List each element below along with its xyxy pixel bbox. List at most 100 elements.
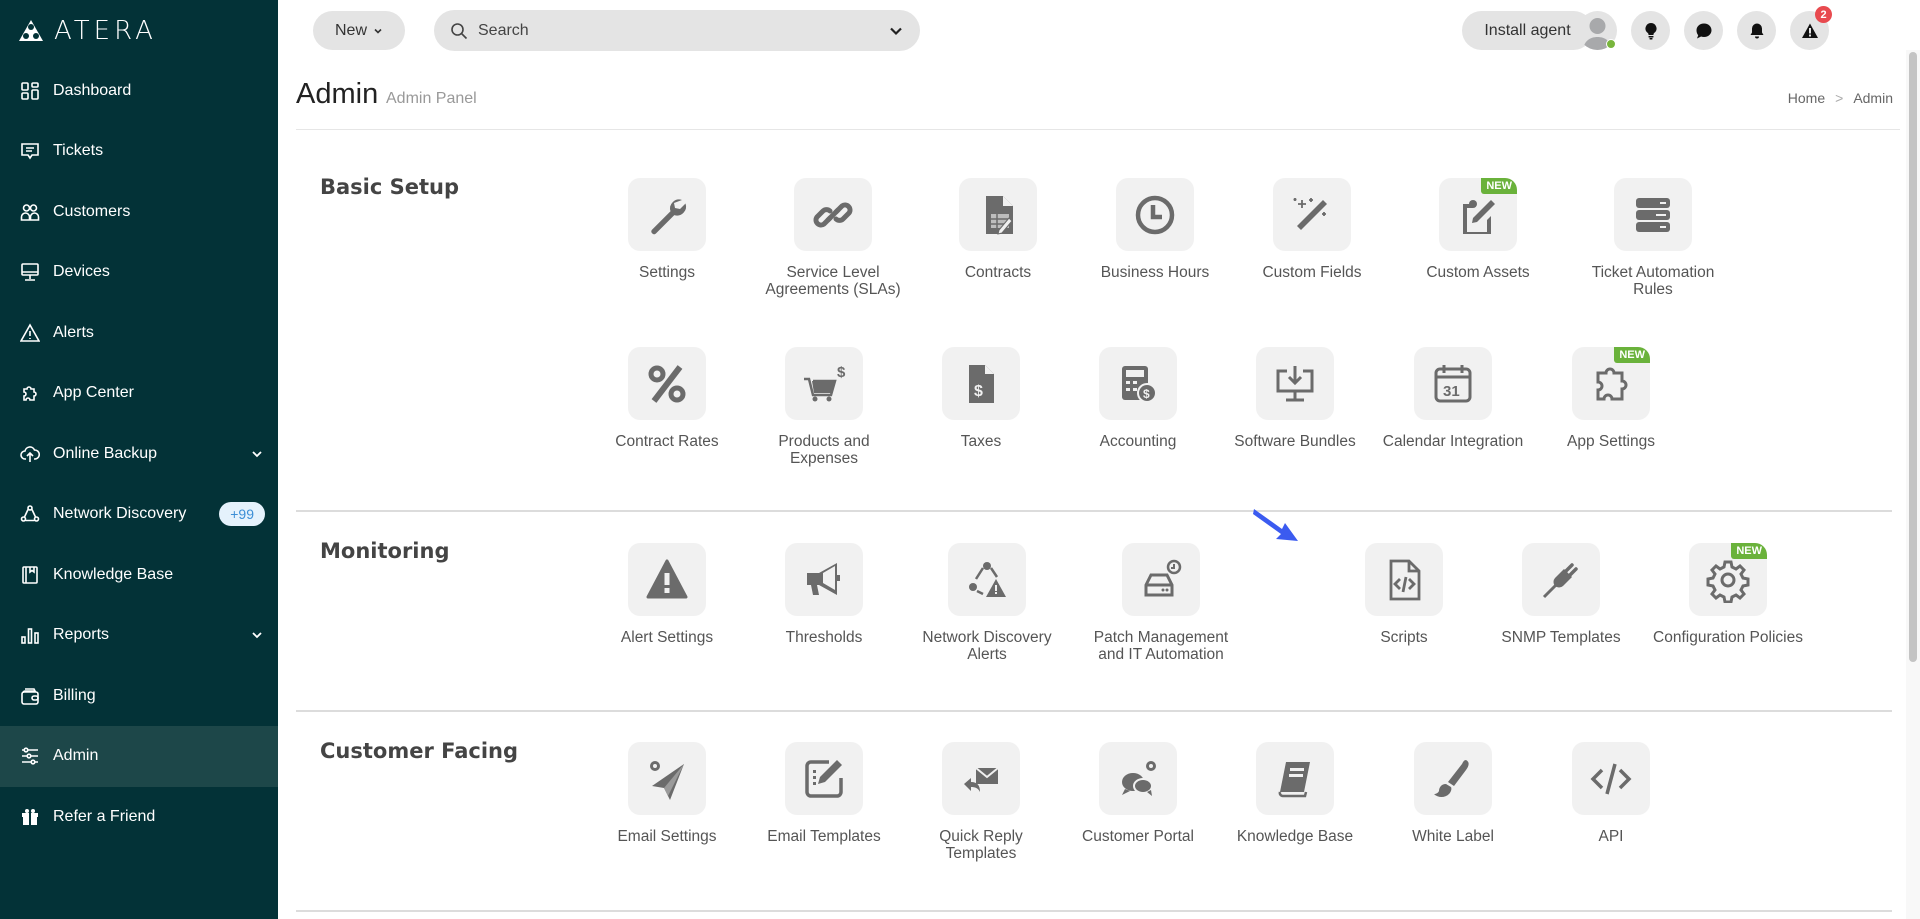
customers-icon (20, 202, 40, 222)
sidebar-item-online-backup[interactable]: Online Backup (0, 424, 278, 485)
sidebar-item-refer-a-friend[interactable]: Refer a Friend (0, 787, 278, 848)
tile-label: Custom Assets (1426, 264, 1530, 281)
tile-alert-settings[interactable]: Alert Settings (592, 543, 742, 646)
chevron-down-icon[interactable] (250, 447, 264, 461)
notifications-button[interactable] (1737, 11, 1776, 50)
tile-settings[interactable]: Settings (592, 178, 742, 281)
tile-label: Ticket Automation Rules (1591, 264, 1715, 298)
tile-patch-management[interactable]: Patch Management and IT Automation (1086, 543, 1236, 663)
sidebar-item-admin[interactable]: Admin (0, 726, 278, 787)
tile-custom-fields[interactable]: Custom Fields (1237, 178, 1387, 281)
tile-label: Email Templates (767, 828, 881, 845)
alerts-icon (20, 323, 40, 343)
tile-business-hours[interactable]: Business Hours (1080, 178, 1230, 281)
tile-label: Accounting (1099, 433, 1177, 450)
calendar-day: 31 (1443, 383, 1460, 400)
sidebar-nav: Dashboard Tickets Customers Devices Aler… (0, 61, 278, 848)
puzzle-icon (20, 383, 40, 403)
warning-icon (1801, 23, 1818, 38)
chat-icon (1696, 23, 1711, 38)
search-dropdown-chevron-icon[interactable] (888, 23, 904, 39)
tile-quick-reply-templates[interactable]: Quick Reply Templates (906, 742, 1056, 862)
sidebar-item-tickets[interactable]: Tickets (0, 121, 278, 182)
sidebar-item-app-center[interactable]: App Center (0, 363, 278, 424)
tile-knowledge-base[interactable]: Knowledge Base (1220, 742, 1370, 845)
tile-label: API (1598, 828, 1624, 845)
install-agent-button[interactable]: Install agent (1462, 11, 1593, 50)
file-dollar-icon: $ (969, 364, 994, 403)
tile-snmp-templates[interactable]: SNMP Templates (1486, 543, 1636, 646)
search-bar[interactable] (434, 10, 920, 51)
tile-products-and-expenses[interactable]: $ Products and Expenses (749, 347, 899, 467)
tile-software-bundles[interactable]: Software Bundles (1220, 347, 1370, 450)
tile-network-discovery-alerts[interactable]: Network Discovery Alerts (912, 543, 1062, 663)
chevron-down-icon[interactable] (250, 628, 264, 642)
tile-contracts[interactable]: Contracts (923, 178, 1073, 281)
paper-plane-gear-icon (650, 760, 684, 800)
new-badge: NEW (1731, 543, 1767, 559)
tile-label: Contracts (964, 264, 1032, 281)
new-button[interactable]: New (313, 11, 405, 50)
chat-button[interactable] (1684, 11, 1723, 50)
breadcrumb-home[interactable]: Home (1788, 90, 1825, 106)
code-icon (1590, 763, 1632, 794)
sidebar-item-billing[interactable]: Billing (0, 666, 278, 727)
alerts-button[interactable]: 2 (1790, 6, 1832, 50)
warning-icon (646, 559, 688, 598)
breadcrumb-current: Admin (1853, 90, 1893, 106)
section-customer-facing: Customer Facing Email Settings Email Tem… (296, 712, 1892, 912)
tile-custom-assets[interactable]: NEW Custom Assets (1403, 178, 1553, 281)
tile-customer-portal[interactable]: Customer Portal (1063, 742, 1213, 845)
search-input[interactable] (478, 21, 888, 40)
sidebar-item-label: Tickets (53, 142, 104, 160)
brand-name: ATERA (54, 16, 157, 46)
tile-label: Contract Rates (615, 433, 719, 450)
tile-label: White Label (1412, 828, 1494, 845)
tile-slas[interactable]: Service Level Agreements (SLAs) (758, 178, 908, 298)
gift-icon (20, 807, 40, 827)
sidebar-item-label: Admin (53, 747, 99, 765)
tile-taxes[interactable]: $ Taxes (906, 347, 1056, 450)
svg-text:$: $ (837, 364, 846, 381)
calculator-icon: $ (1122, 365, 1157, 403)
tile-label: Custom Fields (1262, 264, 1362, 281)
tile-scripts[interactable]: Scripts (1329, 543, 1479, 646)
tile-ticket-automation-rules[interactable]: Ticket Automation Rules (1578, 178, 1728, 298)
network-discovery-count-badge: +99 (219, 502, 265, 527)
network-alert-icon (969, 561, 1006, 597)
tile-email-settings[interactable]: Email Settings (592, 742, 742, 845)
tile-app-settings[interactable]: NEW App Settings (1536, 347, 1686, 450)
sidebar-item-label: Alerts (53, 323, 94, 341)
link-icon (813, 202, 853, 227)
chat-gear-icon (1122, 760, 1156, 796)
sidebar-item-devices[interactable]: Devices (0, 242, 278, 303)
sidebar-item-reports[interactable]: Reports (0, 605, 278, 666)
percent-icon (648, 364, 686, 403)
paintbrush-icon (1434, 759, 1469, 797)
wallet-icon (20, 686, 40, 706)
section-title: Basic Setup (320, 175, 460, 199)
code-file-icon (1389, 559, 1421, 600)
tile-contract-rates[interactable]: Contract Rates (592, 347, 742, 450)
sidebar-item-network-discovery[interactable]: Network Discovery +99 (0, 484, 278, 545)
section-basic-setup: Basic Setup Settings Service Level Agree… (296, 130, 1892, 512)
sidebar-item-alerts[interactable]: Alerts (0, 303, 278, 364)
pointer-arrow-annotation (1253, 509, 1298, 541)
edit-template-icon (805, 759, 843, 798)
atera-logo[interactable]: ATERA (18, 16, 157, 46)
tile-white-label[interactable]: White Label (1378, 742, 1528, 845)
tile-api[interactable]: API (1536, 742, 1686, 845)
sidebar-item-knowledge-base[interactable]: Knowledge Base (0, 545, 278, 606)
scrollbar-thumb[interactable] (1909, 52, 1917, 662)
breadcrumb-separator: > (1835, 90, 1844, 106)
sidebar-item-dashboard[interactable]: Dashboard (0, 61, 278, 122)
tile-configuration-policies[interactable]: NEW Configuration Policies (1653, 543, 1803, 646)
tile-calendar-integration[interactable]: 31 Calendar Integration (1378, 347, 1528, 450)
tips-button[interactable] (1631, 11, 1670, 50)
tile-label: Alert Settings (620, 629, 714, 646)
sidebar-item-customers[interactable]: Customers (0, 182, 278, 243)
tile-email-templates[interactable]: Email Templates (749, 742, 899, 845)
tile-accounting[interactable]: $ Accounting (1063, 347, 1213, 450)
bell-icon (1750, 23, 1763, 38)
tile-thresholds[interactable]: Thresholds (749, 543, 899, 646)
